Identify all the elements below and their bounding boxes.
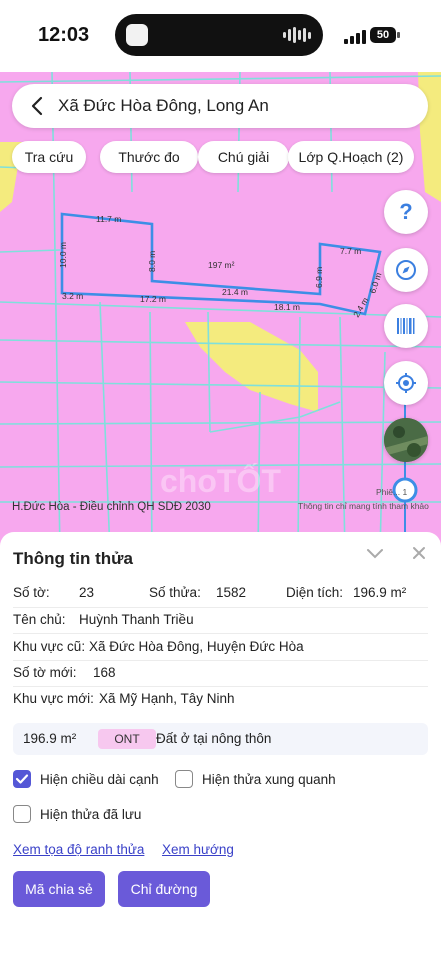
chevron-down-icon[interactable] bbox=[366, 548, 384, 560]
checkmark-icon bbox=[15, 774, 29, 784]
chip-tra-cuu[interactable]: Tra cứu bbox=[12, 141, 86, 173]
edge-label: 6.0 m bbox=[367, 271, 383, 294]
land-type: Đất ở tại nông thôn bbox=[156, 731, 272, 746]
map-layer-name: H.Đức Hòa - Điều chỉnh QH SDĐ 2030 bbox=[12, 501, 211, 513]
yellow-zone-center bbox=[185, 322, 318, 412]
share-code-button[interactable]: Mã chia sẻ bbox=[13, 871, 105, 907]
chip-chu-giai[interactable]: Chú giải bbox=[198, 141, 289, 173]
audio-wave-icon bbox=[283, 26, 311, 44]
status-bar: 12:03 50 bbox=[0, 0, 441, 72]
chip-thuoc-do[interactable]: Thước đo bbox=[100, 141, 198, 173]
edge-label: 21.4 m bbox=[222, 287, 248, 297]
satellite-layer-button[interactable] bbox=[384, 418, 428, 462]
divider bbox=[13, 686, 428, 687]
so-thua-value: 1582 bbox=[216, 585, 247, 600]
view-boundary-coordinates-link[interactable]: Xem tọa độ ranh thửa bbox=[13, 842, 144, 857]
checkbox-show-edges[interactable] bbox=[13, 770, 31, 788]
battery-icon: 50 bbox=[370, 27, 396, 43]
barcode-button[interactable] bbox=[384, 304, 428, 348]
parcel-info-panel: Thông tin thửa Số tờ: 23 Số thửa: 1582 D… bbox=[0, 532, 441, 960]
divider bbox=[13, 660, 428, 661]
so-to-value: 23 bbox=[79, 585, 95, 600]
show-edges-label[interactable]: Hiện chiều dài cạnh bbox=[40, 772, 159, 787]
checkbox-show-saved[interactable] bbox=[13, 805, 31, 823]
help-button[interactable]: ? bbox=[384, 190, 428, 234]
edge-label: 8.0 m bbox=[147, 251, 157, 272]
view-direction-link[interactable]: Xem hướng bbox=[162, 842, 234, 857]
summary-area: 196.9 m² bbox=[23, 731, 77, 746]
help-icon: ? bbox=[399, 199, 413, 224]
dien-tich-value: 196.9 m² bbox=[353, 585, 407, 600]
so-thua-label: Số thửa: bbox=[149, 585, 201, 600]
dynamic-island bbox=[115, 14, 323, 56]
area-label: 197 m² bbox=[208, 260, 235, 270]
land-summary: 196.9 m² ONT Đất ở tại nông thôn bbox=[13, 723, 428, 755]
khu-vuc-moi-label: Khu vực mới: bbox=[13, 691, 94, 706]
khu-vuc-cu-label: Khu vực cũ: bbox=[13, 639, 86, 654]
status-time: 12:03 bbox=[38, 24, 90, 46]
search-text[interactable]: Xã Đức Hòa Đông, Long An bbox=[58, 96, 269, 116]
edge-label: 11.7 m bbox=[96, 214, 121, 224]
close-icon[interactable] bbox=[412, 546, 426, 560]
back-arrow-icon[interactable] bbox=[28, 96, 48, 116]
show-saved-label[interactable]: Hiện thửa đã lưu bbox=[40, 807, 141, 822]
directions-button[interactable]: Chỉ đường bbox=[118, 871, 210, 907]
map-label-phieu: Phiê... 1 bbox=[376, 487, 408, 497]
so-to-moi-value: 168 bbox=[93, 665, 116, 680]
edge-label: 18.1 m bbox=[274, 302, 300, 312]
show-neighbors-label[interactable]: Hiện thửa xung quanh bbox=[202, 772, 336, 787]
crosshair-icon bbox=[396, 373, 416, 393]
watermark-logo: choTỐT bbox=[160, 463, 281, 499]
satellite-thumbnail-icon bbox=[384, 418, 428, 462]
dien-tich-label: Diện tích: bbox=[286, 585, 344, 600]
khu-vuc-cu-value: Xã Đức Hòa Đông, Huyện Đức Hòa bbox=[89, 639, 304, 654]
barcode-icon bbox=[397, 318, 415, 334]
so-to-moi-label: Số tờ mới: bbox=[13, 665, 77, 680]
battery-cap bbox=[397, 32, 400, 38]
compass-icon bbox=[396, 260, 416, 280]
map-disclaimer: Thông tin chỉ mang tính tham khảo bbox=[298, 501, 429, 511]
locate-button[interactable] bbox=[384, 361, 428, 405]
khu-vuc-moi-value: Xã Mỹ Hạnh, Tây Ninh bbox=[99, 691, 235, 706]
checkbox-show-neighbors[interactable] bbox=[175, 770, 193, 788]
divider bbox=[13, 633, 428, 634]
divider bbox=[13, 607, 428, 608]
land-code-badge: ONT bbox=[98, 729, 156, 749]
ten-chu-value: Huỳnh Thanh Triều bbox=[79, 612, 194, 627]
app-icon bbox=[126, 24, 148, 46]
search-bar[interactable]: Xã Đức Hòa Đông, Long An bbox=[12, 84, 428, 128]
chip-lop-quy-hoach[interactable]: Lớp Q.Hoạch (2) bbox=[288, 141, 414, 173]
ten-chu-label: Tên chủ: bbox=[13, 612, 66, 627]
edge-label: 6.9 m bbox=[314, 267, 324, 288]
signal-icon bbox=[344, 30, 366, 44]
edge-label: 10.0 m bbox=[58, 242, 68, 268]
compass-button[interactable] bbox=[384, 248, 428, 292]
edge-label: 3.2 m bbox=[62, 291, 83, 301]
edge-label: 17.2 m bbox=[140, 294, 166, 304]
edge-label: 7.7 m bbox=[340, 246, 361, 256]
so-to-label: Số tờ: bbox=[13, 585, 50, 600]
panel-title: Thông tin thửa bbox=[13, 549, 133, 568]
